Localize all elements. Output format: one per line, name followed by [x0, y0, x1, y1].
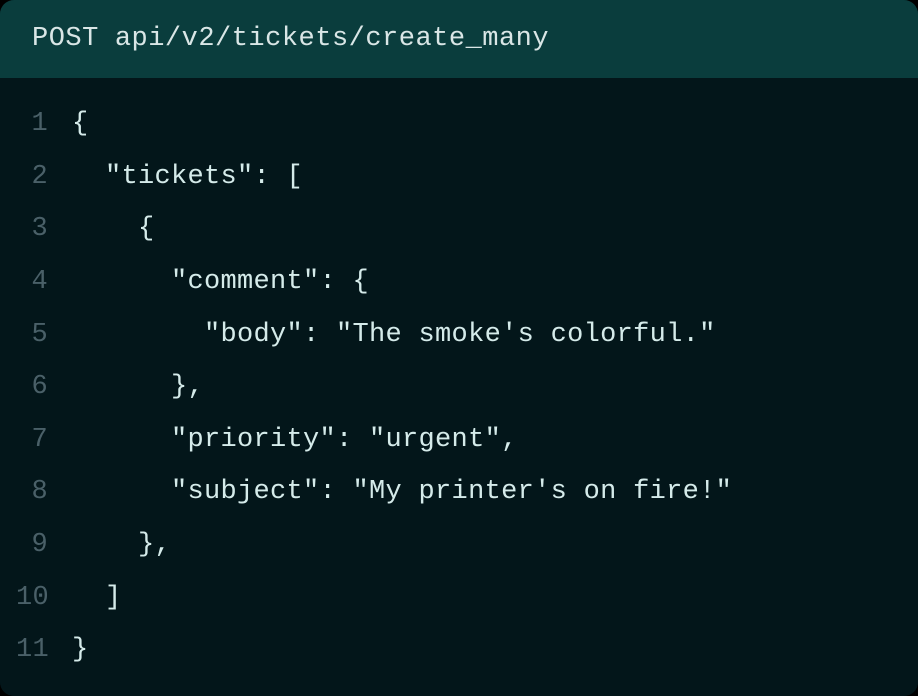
- code-line: 1 {: [16, 98, 902, 151]
- line-number: 4: [16, 256, 72, 309]
- http-method: POST: [32, 24, 99, 54]
- code-line: 9 },: [16, 519, 902, 572]
- code-line: 3 {: [16, 203, 902, 256]
- code-text: "tickets": [: [72, 151, 303, 204]
- code-snippet-card: POST api/v2/tickets/create_many 1 { 2 "t…: [0, 0, 918, 696]
- line-number: 7: [16, 414, 72, 467]
- line-number: 3: [16, 203, 72, 256]
- request-header: POST api/v2/tickets/create_many: [0, 0, 918, 78]
- code-line: 6 },: [16, 361, 902, 414]
- code-text: "comment": {: [72, 256, 369, 309]
- code-text: },: [72, 361, 204, 414]
- code-line: 5 "body": "The smoke's colorful.": [16, 309, 902, 362]
- code-text: },: [72, 519, 171, 572]
- code-text: {: [72, 203, 155, 256]
- line-number: 9: [16, 519, 72, 572]
- line-number: 1: [16, 98, 72, 151]
- line-number: 5: [16, 309, 72, 362]
- code-line: 4 "comment": {: [16, 256, 902, 309]
- line-number: 2: [16, 151, 72, 204]
- code-line: 10 ]: [16, 572, 902, 625]
- code-line: 11 }: [16, 624, 902, 677]
- code-text: "body": "The smoke's colorful.": [72, 309, 716, 362]
- code-text: }: [72, 624, 89, 677]
- code-block: 1 { 2 "tickets": [ 3 { 4 "comment": { 5 …: [0, 78, 918, 696]
- code-text: "priority": "urgent",: [72, 414, 518, 467]
- line-number: 8: [16, 466, 72, 519]
- line-number: 11: [16, 624, 72, 677]
- line-number: 6: [16, 361, 72, 414]
- api-endpoint: api/v2/tickets/create_many: [115, 24, 549, 54]
- code-line: 7 "priority": "urgent",: [16, 414, 902, 467]
- code-text: {: [72, 98, 89, 151]
- line-number: 10: [16, 572, 72, 625]
- code-line: 8 "subject": "My printer's on fire!": [16, 466, 902, 519]
- code-text: ]: [72, 572, 122, 625]
- code-line: 2 "tickets": [: [16, 151, 902, 204]
- code-text: "subject": "My printer's on fire!": [72, 466, 732, 519]
